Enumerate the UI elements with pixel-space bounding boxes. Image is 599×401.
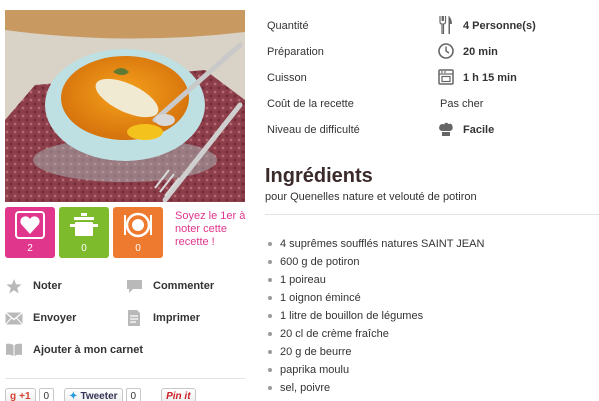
envelope-icon (5, 310, 23, 326)
info-row-cost: Coût de la recette Pas cher (267, 92, 597, 118)
ingredient-text: 4 suprêmes soufflés natures SAINT JEAN (280, 238, 485, 250)
open-book-icon (5, 342, 23, 358)
gplus-label: +1 (19, 390, 31, 401)
info-row-preparation: Préparation 20 min (267, 40, 597, 66)
recipe-stats: 2 0 0 (5, 207, 163, 258)
info-row-difficulty: Niveau de difficulté Facile (267, 118, 597, 144)
info-label: Coût de la recette (267, 98, 354, 110)
bullet-icon (268, 314, 272, 318)
bullet-icon (268, 332, 272, 336)
bullet-icon (268, 260, 272, 264)
tweet-count: 0 (125, 388, 142, 401)
print-label: Imprimer (153, 312, 201, 324)
ingredient-text: 1 litre de bouillon de légumes (280, 310, 424, 322)
tweet-label: Tweeter (80, 390, 118, 401)
ingredient-text: paprika moulu (280, 364, 350, 376)
ingredient-text: 20 cl de crème fraîche (280, 328, 389, 340)
gplus-share: g +1 0 (5, 388, 55, 401)
ingredients-title: Ingrédients (265, 165, 373, 187)
list-item: 1 litre de bouillon de légumes (267, 309, 484, 327)
info-label: Niveau de difficulté (267, 124, 360, 136)
likes-count: 2 (27, 243, 33, 254)
pinterest-share: Pin it (161, 388, 196, 401)
ingredients-subtitle: pour Quenelles nature et velouté de poti… (265, 191, 477, 203)
info-label: Préparation (267, 46, 324, 58)
bullet-icon (268, 296, 272, 300)
bullet-icon (268, 242, 272, 246)
rate-label: Noter (33, 280, 62, 292)
info-row-quantity: Quantité 4 Personne(s) (267, 14, 597, 40)
ingredient-text: sel, poivre (280, 382, 331, 394)
send-button[interactable]: Envoyer (5, 310, 76, 326)
list-item: 20 cl de crème fraîche (267, 327, 484, 345)
recipe-photo (5, 10, 245, 202)
add-to-notebook-button[interactable]: Ajouter à mon carnet (5, 342, 143, 358)
info-value: 20 min (463, 46, 498, 58)
eaten-count: 0 (135, 243, 141, 254)
bullet-icon (268, 368, 272, 372)
ingredient-text: 1 poireau (280, 274, 326, 286)
comment-button[interactable]: Commenter (125, 278, 214, 294)
send-label: Envoyer (33, 312, 77, 324)
pinterest-label: Pin it (166, 390, 191, 401)
info-value: 4 Personne(s) (463, 20, 536, 32)
list-item: 20 g de beurre (267, 345, 484, 363)
list-item: sel, poivre (267, 381, 484, 399)
gplus-icon: g (10, 390, 17, 401)
divider (5, 378, 245, 379)
ingredient-text: 1 oignon émincé (280, 292, 361, 304)
pinterest-button[interactable]: Pin it (161, 388, 196, 401)
add-to-notebook-label: Ajouter à mon carnet (33, 344, 144, 356)
divider (265, 214, 599, 215)
gplus-button[interactable]: g +1 (5, 388, 36, 401)
cooked-tile[interactable]: 0 (59, 207, 109, 258)
plate-icon (113, 211, 163, 241)
bullet-icon (268, 350, 272, 354)
clock-icon (437, 42, 455, 60)
list-item: 1 oignon émincé (267, 291, 484, 309)
info-label: Quantité (267, 20, 309, 32)
comment-label: Commenter (153, 280, 215, 292)
chef-hat-icon (437, 120, 455, 138)
info-row-cooking: Cuisson 1 h 15 min (267, 66, 597, 92)
info-label: Cuisson (267, 72, 307, 84)
star-icon (5, 278, 23, 294)
gplus-count: 0 (38, 388, 55, 401)
heart-icon (5, 211, 55, 241)
list-item: 4 suprêmes soufflés natures SAINT JEAN (267, 237, 484, 255)
speech-bubble-icon (125, 278, 143, 294)
list-item: 1 poireau (267, 273, 484, 291)
share-bar: g +1 0 ✦ Tweeter 0 Pin it (5, 388, 196, 401)
info-value: Pas cher (440, 98, 484, 110)
bullet-icon (268, 278, 272, 282)
info-value: 1 h 15 min (463, 72, 517, 84)
bullet-icon (268, 386, 272, 390)
list-item: paprika moulu (267, 363, 484, 381)
tweet-button[interactable]: ✦ Tweeter (64, 388, 123, 401)
rate-prompt[interactable]: Soyez le 1er à noter cette recette ! (175, 210, 247, 249)
pot-icon (59, 211, 109, 241)
eaten-tile[interactable]: 0 (113, 207, 163, 258)
cutlery-icon (437, 16, 455, 34)
document-icon (125, 310, 143, 326)
rate-button[interactable]: Noter (5, 278, 62, 294)
print-button[interactable]: Imprimer (125, 310, 200, 326)
list-item: 600 g de potiron (267, 255, 484, 273)
recipe-info-table: Quantité 4 Personne(s) Préparation 20 mi… (267, 14, 597, 144)
ingredients-list: 4 suprêmes soufflés natures SAINT JEAN 6… (267, 237, 484, 399)
twitter-bird-icon: ✦ (69, 390, 78, 401)
cooked-count: 0 (81, 243, 87, 254)
likes-tile[interactable]: 2 (5, 207, 55, 258)
oven-icon (437, 68, 455, 86)
ingredient-text: 600 g de potiron (280, 256, 360, 268)
info-value: Facile (463, 124, 495, 136)
ingredient-text: 20 g de beurre (280, 346, 352, 358)
twitter-share: ✦ Tweeter 0 (64, 388, 142, 401)
